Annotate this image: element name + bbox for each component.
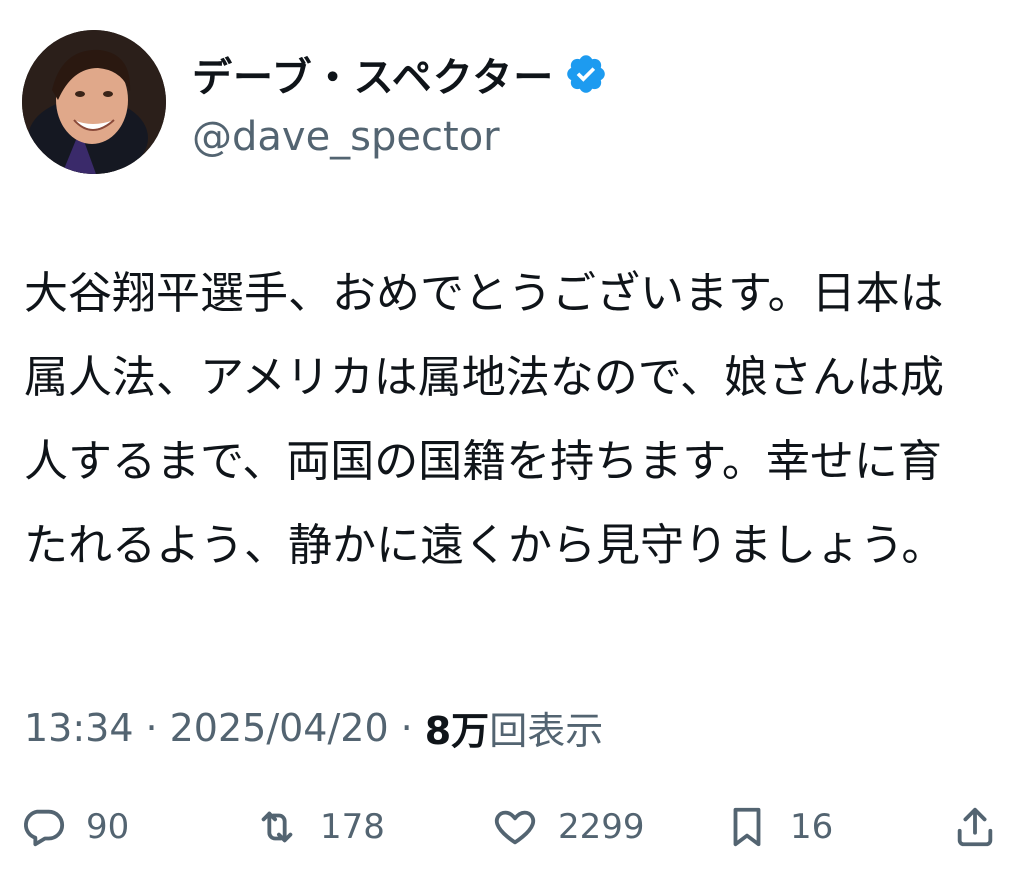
- bookmark-count: 16: [790, 807, 834, 847]
- meta-separator: ·: [145, 705, 158, 750]
- retweet-button[interactable]: 178: [254, 795, 385, 859]
- reply-icon: [24, 809, 65, 847]
- meta-separator: ·: [400, 705, 413, 750]
- views-label: 回表示: [489, 709, 604, 753]
- tweet-meta: 13:34 · 2025/04/20 · 8万 回表示: [24, 700, 603, 755]
- bookmark-button[interactable]: 16: [724, 795, 833, 859]
- reply-count: 90: [86, 807, 130, 847]
- reply-button[interactable]: 90: [20, 795, 129, 859]
- share-icon: [957, 807, 993, 847]
- bookmark-icon: [733, 807, 761, 847]
- tweet-time[interactable]: 13:34: [24, 706, 134, 750]
- author-names: デーブ・スペクター @dave_spector: [192, 44, 608, 160]
- retweet-icon: [261, 811, 293, 843]
- tweet-header: デーブ・スペクター @dave_spector: [22, 30, 608, 174]
- tweet-date[interactable]: 2025/04/20: [170, 706, 389, 750]
- verified-badge-icon: [567, 55, 605, 93]
- tweet-text: 大谷翔平選手、おめでとうございます。日本は属人法、アメリカは属地法なので、娘さん…: [24, 268, 946, 571]
- heart-icon: [494, 810, 536, 845]
- tweet: デーブ・スペクター @dave_spector 大谷翔平選手、おめでとうございま…: [0, 0, 1024, 891]
- display-name-row: デーブ・スペクター: [192, 44, 608, 104]
- retweet-count: 178: [320, 807, 385, 847]
- share-button[interactable]: [952, 795, 998, 859]
- views-count[interactable]: 8万: [425, 700, 489, 755]
- display-name[interactable]: デーブ・スペクター: [192, 45, 554, 103]
- like-count: 2299: [558, 807, 645, 847]
- avatar[interactable]: [22, 30, 166, 174]
- action-bar: 90 178 2299 16: [0, 795, 1024, 859]
- author-handle[interactable]: @dave_spector: [192, 114, 608, 160]
- like-button[interactable]: 2299: [492, 795, 645, 859]
